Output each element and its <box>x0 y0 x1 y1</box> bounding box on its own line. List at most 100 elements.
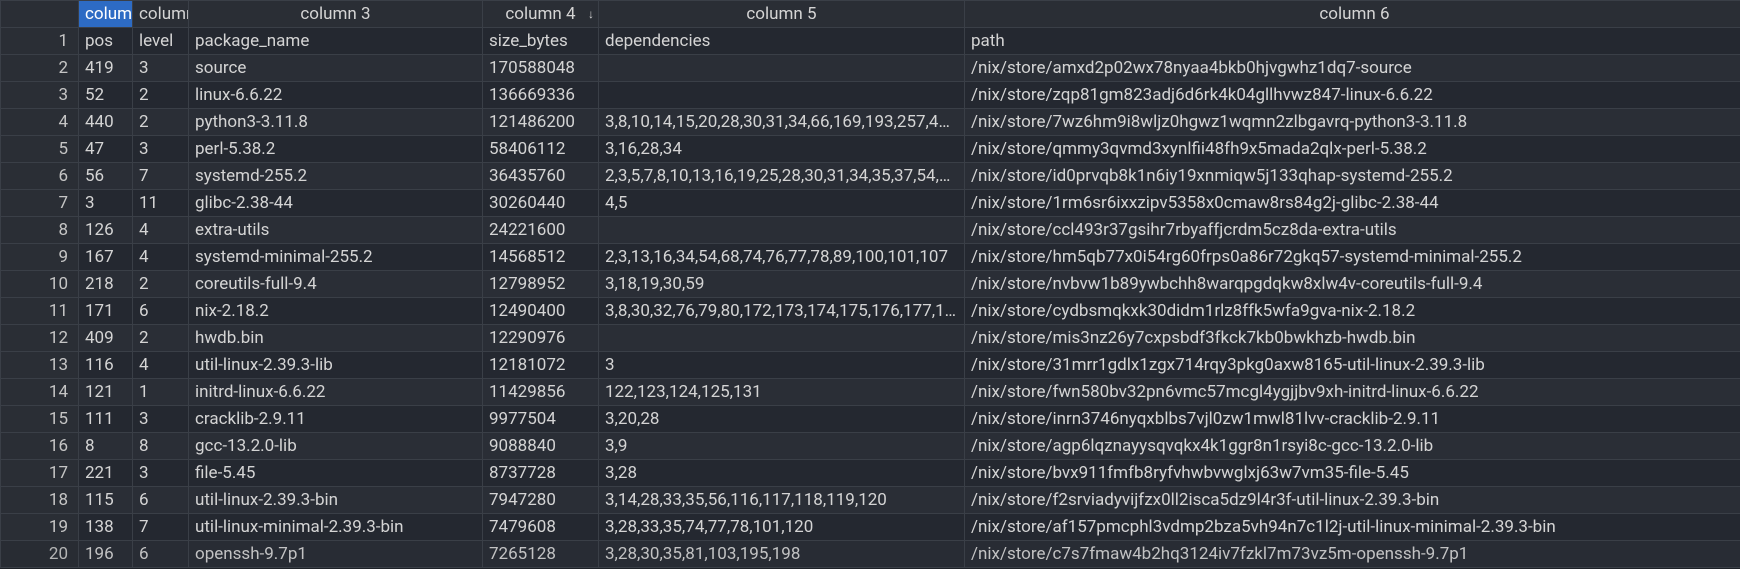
column-header-6[interactable]: column 6 <box>965 1 1740 28</box>
cell[interactable]: 52 <box>79 82 133 109</box>
cell[interactable]: 8 <box>133 433 189 460</box>
cell[interactable]: 3,28,33,35,74,77,78,101,120 <box>599 514 965 541</box>
cell[interactable]: 4,5 <box>599 190 965 217</box>
row-number-cell[interactable]: 20 <box>1 541 79 568</box>
row-number-cell[interactable]: 18 <box>1 487 79 514</box>
table-row[interactable]: 172213file-5.4587377283,28/nix/store/bvx… <box>1 460 1740 487</box>
cell[interactable]: 6 <box>133 298 189 325</box>
cell[interactable]: /nix/store/1rm6sr6ixxzipv5358x0cmaw8rs84… <box>965 190 1740 217</box>
cell[interactable]: linux-6.6.22 <box>189 82 483 109</box>
cell[interactable]: 218 <box>79 271 133 298</box>
row-number-cell[interactable]: 12 <box>1 325 79 352</box>
cell[interactable]: dependencies <box>599 28 965 55</box>
row-number-cell[interactable]: 17 <box>1 460 79 487</box>
cell[interactable]: cracklib-2.9.11 <box>189 406 483 433</box>
row-number-cell[interactable]: 3 <box>1 82 79 109</box>
table-row[interactable]: 124092hwdb.bin12290976/nix/store/mis3nz2… <box>1 325 1740 352</box>
row-number-cell[interactable]: 9 <box>1 244 79 271</box>
row-number-cell[interactable]: 16 <box>1 433 79 460</box>
table-row[interactable]: 81264extra-utils24221600/nix/store/ccl49… <box>1 217 1740 244</box>
column-header-1[interactable]: colum <box>79 1 133 28</box>
cell[interactable]: pos <box>79 28 133 55</box>
cell[interactable]: 47 <box>79 136 133 163</box>
cell[interactable]: 8737728 <box>483 460 599 487</box>
table-row[interactable]: 3522linux-6.6.22136669336/nix/store/zqp8… <box>1 82 1740 109</box>
cell[interactable]: 2,3,5,7,8,10,13,16,19,25,28,30,31,34,35,… <box>599 163 965 190</box>
cell[interactable]: 136669336 <box>483 82 599 109</box>
cell[interactable]: 138 <box>79 514 133 541</box>
cell[interactable]: python3-3.11.8 <box>189 109 483 136</box>
cell[interactable]: 3 <box>599 352 965 379</box>
cell[interactable]: /nix/store/qmmy3qvmd3xynlfii48fh9x5mada2… <box>965 136 1740 163</box>
cell[interactable]: 171 <box>79 298 133 325</box>
cell[interactable]: /nix/store/hm5qb77x0i54rg60frps0a86r72gk… <box>965 244 1740 271</box>
cell[interactable]: openssh-9.7p1 <box>189 541 483 568</box>
cell[interactable]: 11429856 <box>483 379 599 406</box>
cell[interactable]: 56 <box>79 163 133 190</box>
cell[interactable]: 7 <box>133 163 189 190</box>
table-row[interactable]: 201966openssh-9.7p172651283,28,30,35,81,… <box>1 541 1740 568</box>
table-row[interactable]: 6567systemd-255.2364357602,3,5,7,8,10,13… <box>1 163 1740 190</box>
row-number-cell[interactable]: 8 <box>1 217 79 244</box>
cell[interactable]: 11 <box>133 190 189 217</box>
cell[interactable]: 3 <box>133 136 189 163</box>
row-number-cell[interactable]: 11 <box>1 298 79 325</box>
cell[interactable]: hwdb.bin <box>189 325 483 352</box>
cell[interactable] <box>599 55 965 82</box>
table-row[interactable]: 181156util-linux-2.39.3-bin79472803,14,2… <box>1 487 1740 514</box>
cell[interactable]: /nix/store/af157pmcphl3vdmp2bza5vh94n7c1… <box>965 514 1740 541</box>
cell[interactable]: glibc-2.38-44 <box>189 190 483 217</box>
cell[interactable]: 3,16,28,34 <box>599 136 965 163</box>
cell[interactable] <box>599 217 965 244</box>
cell[interactable]: 3,8,10,14,15,20,28,30,31,34,66,169,193,2… <box>599 109 965 136</box>
cell[interactable]: 9977504 <box>483 406 599 433</box>
cell[interactable]: size_bytes <box>483 28 599 55</box>
cell[interactable]: 196 <box>79 541 133 568</box>
row-number-cell[interactable]: 13 <box>1 352 79 379</box>
cell[interactable]: 7265128 <box>483 541 599 568</box>
cell[interactable]: path <box>965 28 1740 55</box>
cell[interactable]: 3,8,30,32,76,79,80,172,173,174,175,176,1… <box>599 298 965 325</box>
cell[interactable]: 2 <box>133 82 189 109</box>
cell[interactable]: /nix/store/ccl493r37gsihr7rbyaffjcrdm5cz… <box>965 217 1740 244</box>
cell[interactable]: 9088840 <box>483 433 599 460</box>
cell[interactable]: 1 <box>133 379 189 406</box>
cell[interactable]: 122,123,124,125,131 <box>599 379 965 406</box>
cell[interactable]: util-linux-2.39.3-lib <box>189 352 483 379</box>
cell[interactable]: 3 <box>133 460 189 487</box>
cell[interactable]: 121486200 <box>483 109 599 136</box>
cell[interactable]: 12490400 <box>483 298 599 325</box>
cell[interactable]: /nix/store/cydbsmqkxk30didm1rlz8ffk5wfa9… <box>965 298 1740 325</box>
cell[interactable]: /nix/store/31mrr1gdlx1zgx714rqy3pkg0axw8… <box>965 352 1740 379</box>
cell[interactable]: coreutils-full-9.4 <box>189 271 483 298</box>
row-number-cell[interactable]: 5 <box>1 136 79 163</box>
table-row[interactable]: 1688gcc-13.2.0-lib90888403,9/nix/store/a… <box>1 433 1740 460</box>
cell[interactable]: 170588048 <box>483 55 599 82</box>
row-number-cell[interactable]: 7 <box>1 190 79 217</box>
cell[interactable]: 3,28,30,35,81,103,195,198 <box>599 541 965 568</box>
cell[interactable]: 12290976 <box>483 325 599 352</box>
column-header-5[interactable]: column 5 <box>599 1 965 28</box>
cell[interactable]: /nix/store/7wz6hm9i8wljz0hgwz1wqmn2zlbga… <box>965 109 1740 136</box>
cell[interactable]: initrd-linux-6.6.22 <box>189 379 483 406</box>
cell[interactable]: 121 <box>79 379 133 406</box>
cell[interactable]: 2 <box>133 271 189 298</box>
cell[interactable]: 14568512 <box>483 244 599 271</box>
table-row[interactable]: 7311glibc-2.38-44302604404,5/nix/store/1… <box>1 190 1740 217</box>
cell[interactable]: util-linux-minimal-2.39.3-bin <box>189 514 483 541</box>
cell[interactable]: 12798952 <box>483 271 599 298</box>
cell[interactable]: 111 <box>79 406 133 433</box>
cell[interactable]: 3 <box>79 190 133 217</box>
cell[interactable]: /nix/store/zqp81gm823adj6d6rk4k04gllhvwz… <box>965 82 1740 109</box>
cell[interactable]: 3,20,28 <box>599 406 965 433</box>
cell[interactable]: 8 <box>79 433 133 460</box>
cell[interactable]: 7 <box>133 514 189 541</box>
column-header-4[interactable]: column 4 ↓ <box>483 1 599 28</box>
cell[interactable]: 3 <box>133 406 189 433</box>
cell[interactable]: 3,14,28,33,35,56,116,117,118,119,120 <box>599 487 965 514</box>
cell[interactable]: /nix/store/fwn580bv32pn6vmc57mcgl4ygjjbv… <box>965 379 1740 406</box>
cell[interactable] <box>599 325 965 352</box>
table-row[interactable]: 191387util-linux-minimal-2.39.3-bin74796… <box>1 514 1740 541</box>
row-number-cell[interactable]: 10 <box>1 271 79 298</box>
cell[interactable]: source <box>189 55 483 82</box>
